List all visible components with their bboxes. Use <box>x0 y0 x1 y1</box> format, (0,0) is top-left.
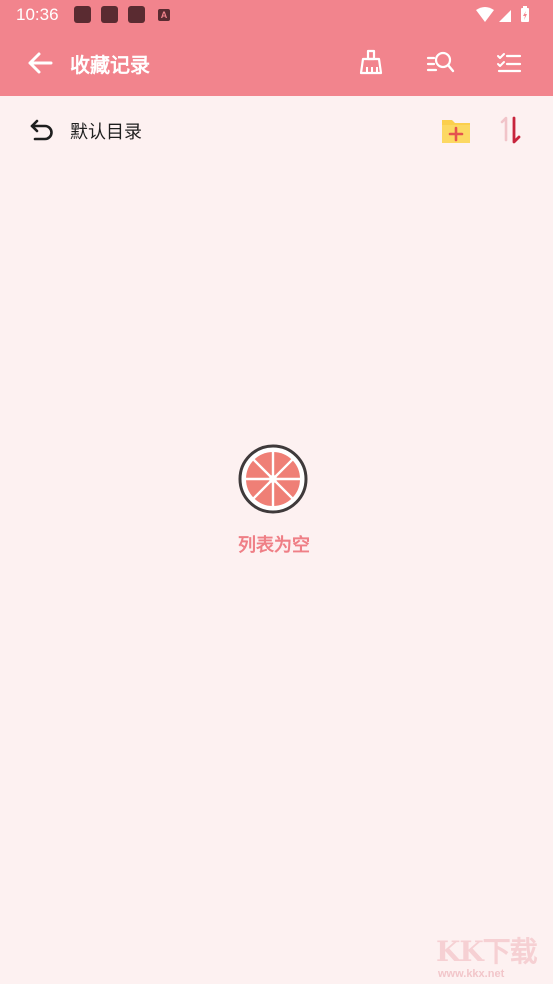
grapefruit-icon <box>238 444 308 514</box>
broom-icon[interactable] <box>354 46 388 80</box>
directory-toolbar: 默认目录 <box>0 104 553 156</box>
page-title: 收藏记录 <box>70 53 150 77</box>
empty-state-message: 列表为空 <box>238 535 310 556</box>
header: 10:36 A 收藏记录 <box>0 0 553 96</box>
status-bar: 10:36 A <box>0 0 553 30</box>
notification-badge-icon: A <box>158 9 170 21</box>
status-icons <box>476 6 529 22</box>
search-list-icon[interactable] <box>423 46 457 80</box>
notification-icon <box>101 6 118 23</box>
folder-add-icon[interactable] <box>440 114 472 146</box>
sort-icon[interactable] <box>496 114 528 146</box>
status-time: 10:36 <box>16 5 59 24</box>
notification-icon <box>128 6 145 23</box>
signal-icon <box>499 10 511 22</box>
notification-icon <box>74 6 91 23</box>
watermark: KK下载 www.kkx.net <box>432 930 552 984</box>
back-arrow-icon[interactable] <box>24 47 56 79</box>
wifi-icon <box>476 7 494 22</box>
watermark-brand: KK下载 <box>436 935 538 968</box>
app-bar: 收藏记录 <box>0 30 553 96</box>
watermark-url: www.kkx.net <box>438 968 505 980</box>
undo-icon[interactable] <box>28 116 56 144</box>
checklist-icon[interactable] <box>492 46 526 80</box>
directory-label[interactable]: 默认目录 <box>70 118 142 144</box>
